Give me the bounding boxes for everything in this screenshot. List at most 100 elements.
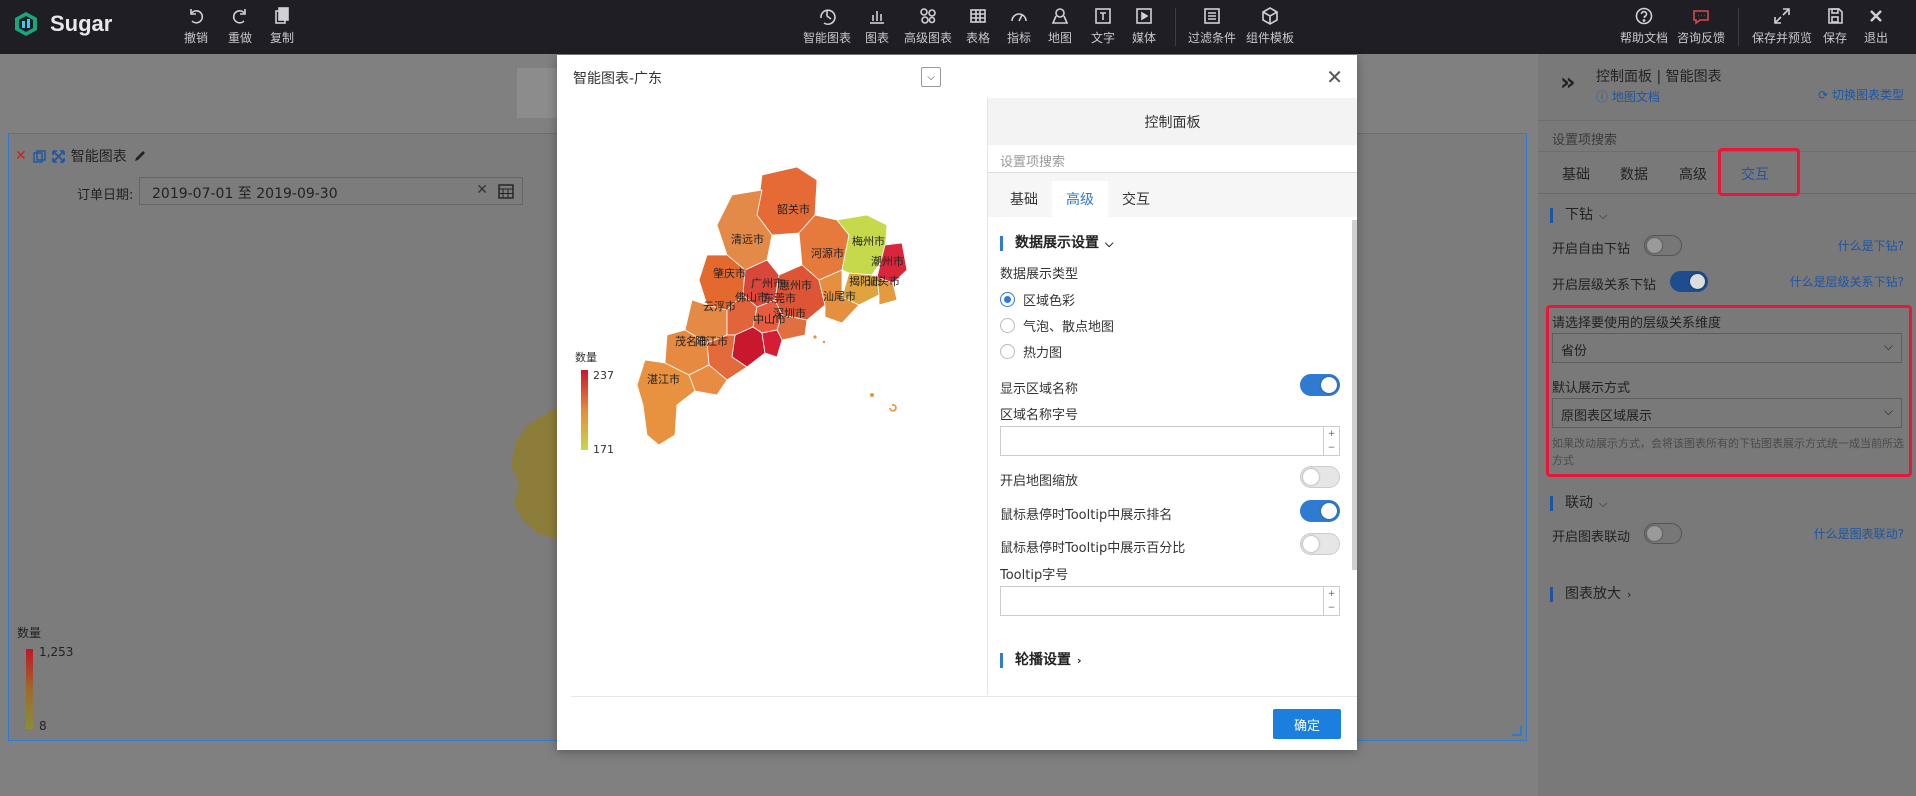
rp-tab-data[interactable]: 数据 (1620, 164, 1648, 184)
section-linkage[interactable]: 联动 ⌵ (1550, 496, 1607, 511)
copy-button[interactable]: 复制 (270, 6, 294, 46)
tab-interaction[interactable]: 交互 (1108, 181, 1164, 217)
control-search-input[interactable]: 设置项搜索 (988, 145, 1357, 173)
radio-dot (1000, 318, 1015, 333)
region-label: 中山市 (753, 312, 786, 326)
tooltip-font-size-input[interactable]: + − (1000, 586, 1340, 616)
chart-link-toggle[interactable] (1644, 523, 1682, 544)
collapse-panel-icon[interactable]: » (1560, 68, 1576, 96)
close-icon (1870, 10, 1882, 22)
section-data-display[interactable]: 数据展示设置 ⌵ (1000, 236, 1113, 251)
guangdong-map[interactable]: 韶关市 清远市 河源市 梅州市 潮州市 肇庆市 广州市 惠州市 揭阳市 汕头市 … (567, 95, 987, 685)
copy-icon[interactable] (33, 149, 46, 163)
section-drill[interactable]: 下钻 ⌵ (1550, 208, 1607, 223)
free-drill-toggle[interactable] (1644, 235, 1682, 256)
what-is-hier-drill-link[interactable]: 什么是层级关系下钻? (1790, 273, 1904, 290)
clear-icon[interactable]: ✕ (476, 182, 488, 198)
help-doc-button[interactable]: 帮助文档 (1620, 6, 1668, 46)
metric-button[interactable]: 指标 (1007, 6, 1031, 46)
tab-basic[interactable]: 基础 (996, 181, 1052, 217)
hier-drill-toggle[interactable] (1670, 271, 1708, 292)
map-region-zhuhai[interactable] (761, 329, 783, 358)
rp-tab-advanced[interactable]: 高级 (1679, 164, 1707, 184)
refresh-icon: ⟳ (1818, 88, 1829, 102)
tooltip-rank-toggle[interactable] (1300, 500, 1340, 522)
radio-region-color[interactable]: 区域色彩 (1000, 290, 1075, 309)
right-panel-title: 控制面板 | 智能图表 (1596, 69, 1722, 85)
redo-icon (232, 9, 246, 24)
redo-button[interactable]: 重做 (228, 6, 252, 46)
filter-button[interactable]: 过滤条件 (1188, 6, 1236, 46)
chart-button[interactable]: 图表 (865, 6, 889, 46)
chevron-down-icon: ⌵ (927, 71, 935, 83)
map-doc-label: 地图文档 (1611, 90, 1660, 104)
map-doc-link[interactable]: ⓘ 地图文档 (1596, 88, 1660, 105)
toolbar-divider (1738, 8, 1739, 46)
table-label: 表格 (966, 31, 991, 45)
tooltip-percent-toggle[interactable] (1300, 533, 1340, 555)
switch-chart-type-link[interactable]: ⟳ 切换图表类型 (1818, 86, 1904, 103)
edit-pencil-icon[interactable] (133, 149, 147, 163)
map-zoom-label: 开启地图缩放 (1000, 474, 1079, 489)
tooltip-percent-label: 鼠标悬停时Tooltip中展示百分比 (1000, 541, 1186, 556)
exit-button[interactable]: 退出 (1864, 6, 1888, 46)
template-button[interactable]: 组件模板 (1246, 6, 1294, 46)
copy-label: 复制 (270, 31, 295, 45)
region-font-size-input[interactable]: + − (1000, 426, 1340, 456)
template-label: 组件模板 (1246, 31, 1295, 45)
resize-handle-icon[interactable] (1512, 726, 1522, 736)
stepper-icon[interactable]: + − (1323, 427, 1339, 455)
chevron-right-icon: › (1627, 588, 1632, 601)
section-carousel[interactable]: 轮播设置 › (1000, 653, 1082, 668)
region-label: 潮州市 (871, 254, 904, 268)
smart-chart-button[interactable]: 智能图表 (803, 6, 851, 46)
section-title: 图表放大 (1565, 586, 1621, 602)
what-is-chart-link-link[interactable]: 什么是图表联动? (1814, 525, 1904, 542)
map-legend-gradient (581, 370, 588, 450)
help-icon (1635, 7, 1653, 25)
radio-dot (1000, 344, 1015, 359)
default-mode-select[interactable]: 原图表区域展示 ⌵ (1552, 398, 1902, 428)
table-button[interactable]: 表格 (966, 6, 990, 46)
radio-bubble-map[interactable]: 气泡、散点地图 (1000, 316, 1114, 335)
section-chart-zoom[interactable]: 图表放大 › (1550, 587, 1631, 602)
save-icon (1828, 8, 1843, 24)
app-logo[interactable]: Sugar (12, 10, 112, 38)
smart-chart-label: 智能图表 (803, 31, 852, 45)
undo-button[interactable]: 撤销 (184, 6, 208, 46)
text-button[interactable]: 文字 (1091, 6, 1115, 46)
date-range-input[interactable]: 2019-07-01 至 2019-09-30 ✕ (139, 177, 523, 205)
control-scrollbar[interactable] (1352, 220, 1357, 570)
tooltip-font-size-label: Tooltip字号 (1000, 568, 1069, 583)
region-label: 河源市 (811, 246, 844, 260)
feedback-button[interactable]: 咨询反馈 (1677, 6, 1725, 46)
map-legend-min: 171 (593, 443, 614, 456)
radio-heatmap[interactable]: 热力图 (1000, 342, 1062, 361)
map-zoom-toggle[interactable] (1300, 466, 1340, 488)
dialog-close-icon[interactable]: ✕ (1326, 65, 1343, 89)
advanced-chart-button[interactable]: 高级图表 (904, 6, 952, 46)
save-button[interactable]: 保存 (1823, 6, 1847, 46)
date-range-value: 2019-07-01 至 2019-09-30 (152, 186, 338, 202)
stepper-icon[interactable]: + − (1323, 587, 1339, 615)
save-preview-button[interactable]: 保存并预览 (1752, 6, 1812, 46)
media-label: 媒体 (1132, 31, 1157, 45)
what-is-drill-link[interactable]: 什么是下钻? (1838, 237, 1904, 254)
rp-tab-basic[interactable]: 基础 (1562, 164, 1590, 184)
calendar-icon[interactable] (498, 184, 514, 199)
delete-icon[interactable]: ✕ (15, 148, 27, 164)
map-button[interactable]: 地图 (1048, 6, 1072, 46)
show-region-name-toggle[interactable] (1300, 374, 1340, 396)
default-mode-value: 原图表区域展示 (1561, 409, 1653, 424)
fullscreen-icon[interactable] (51, 149, 65, 163)
dimension-select[interactable]: 省份 ⌵ (1552, 333, 1902, 363)
legend-max: 1,253 (39, 645, 74, 659)
dialog-title: 智能图表-广东 (573, 71, 663, 87)
region-font-size-label: 区域名称字号 (1000, 408, 1079, 423)
confirm-button[interactable]: 确定 (1273, 709, 1341, 739)
media-button[interactable]: 媒体 (1132, 6, 1156, 46)
chart-link-label: 开启图表联动 (1552, 530, 1631, 545)
tab-advanced[interactable]: 高级 (1052, 181, 1108, 217)
region-label: 阳江市 (695, 334, 728, 348)
dialog-dropdown-button[interactable]: ⌵ (921, 67, 941, 87)
